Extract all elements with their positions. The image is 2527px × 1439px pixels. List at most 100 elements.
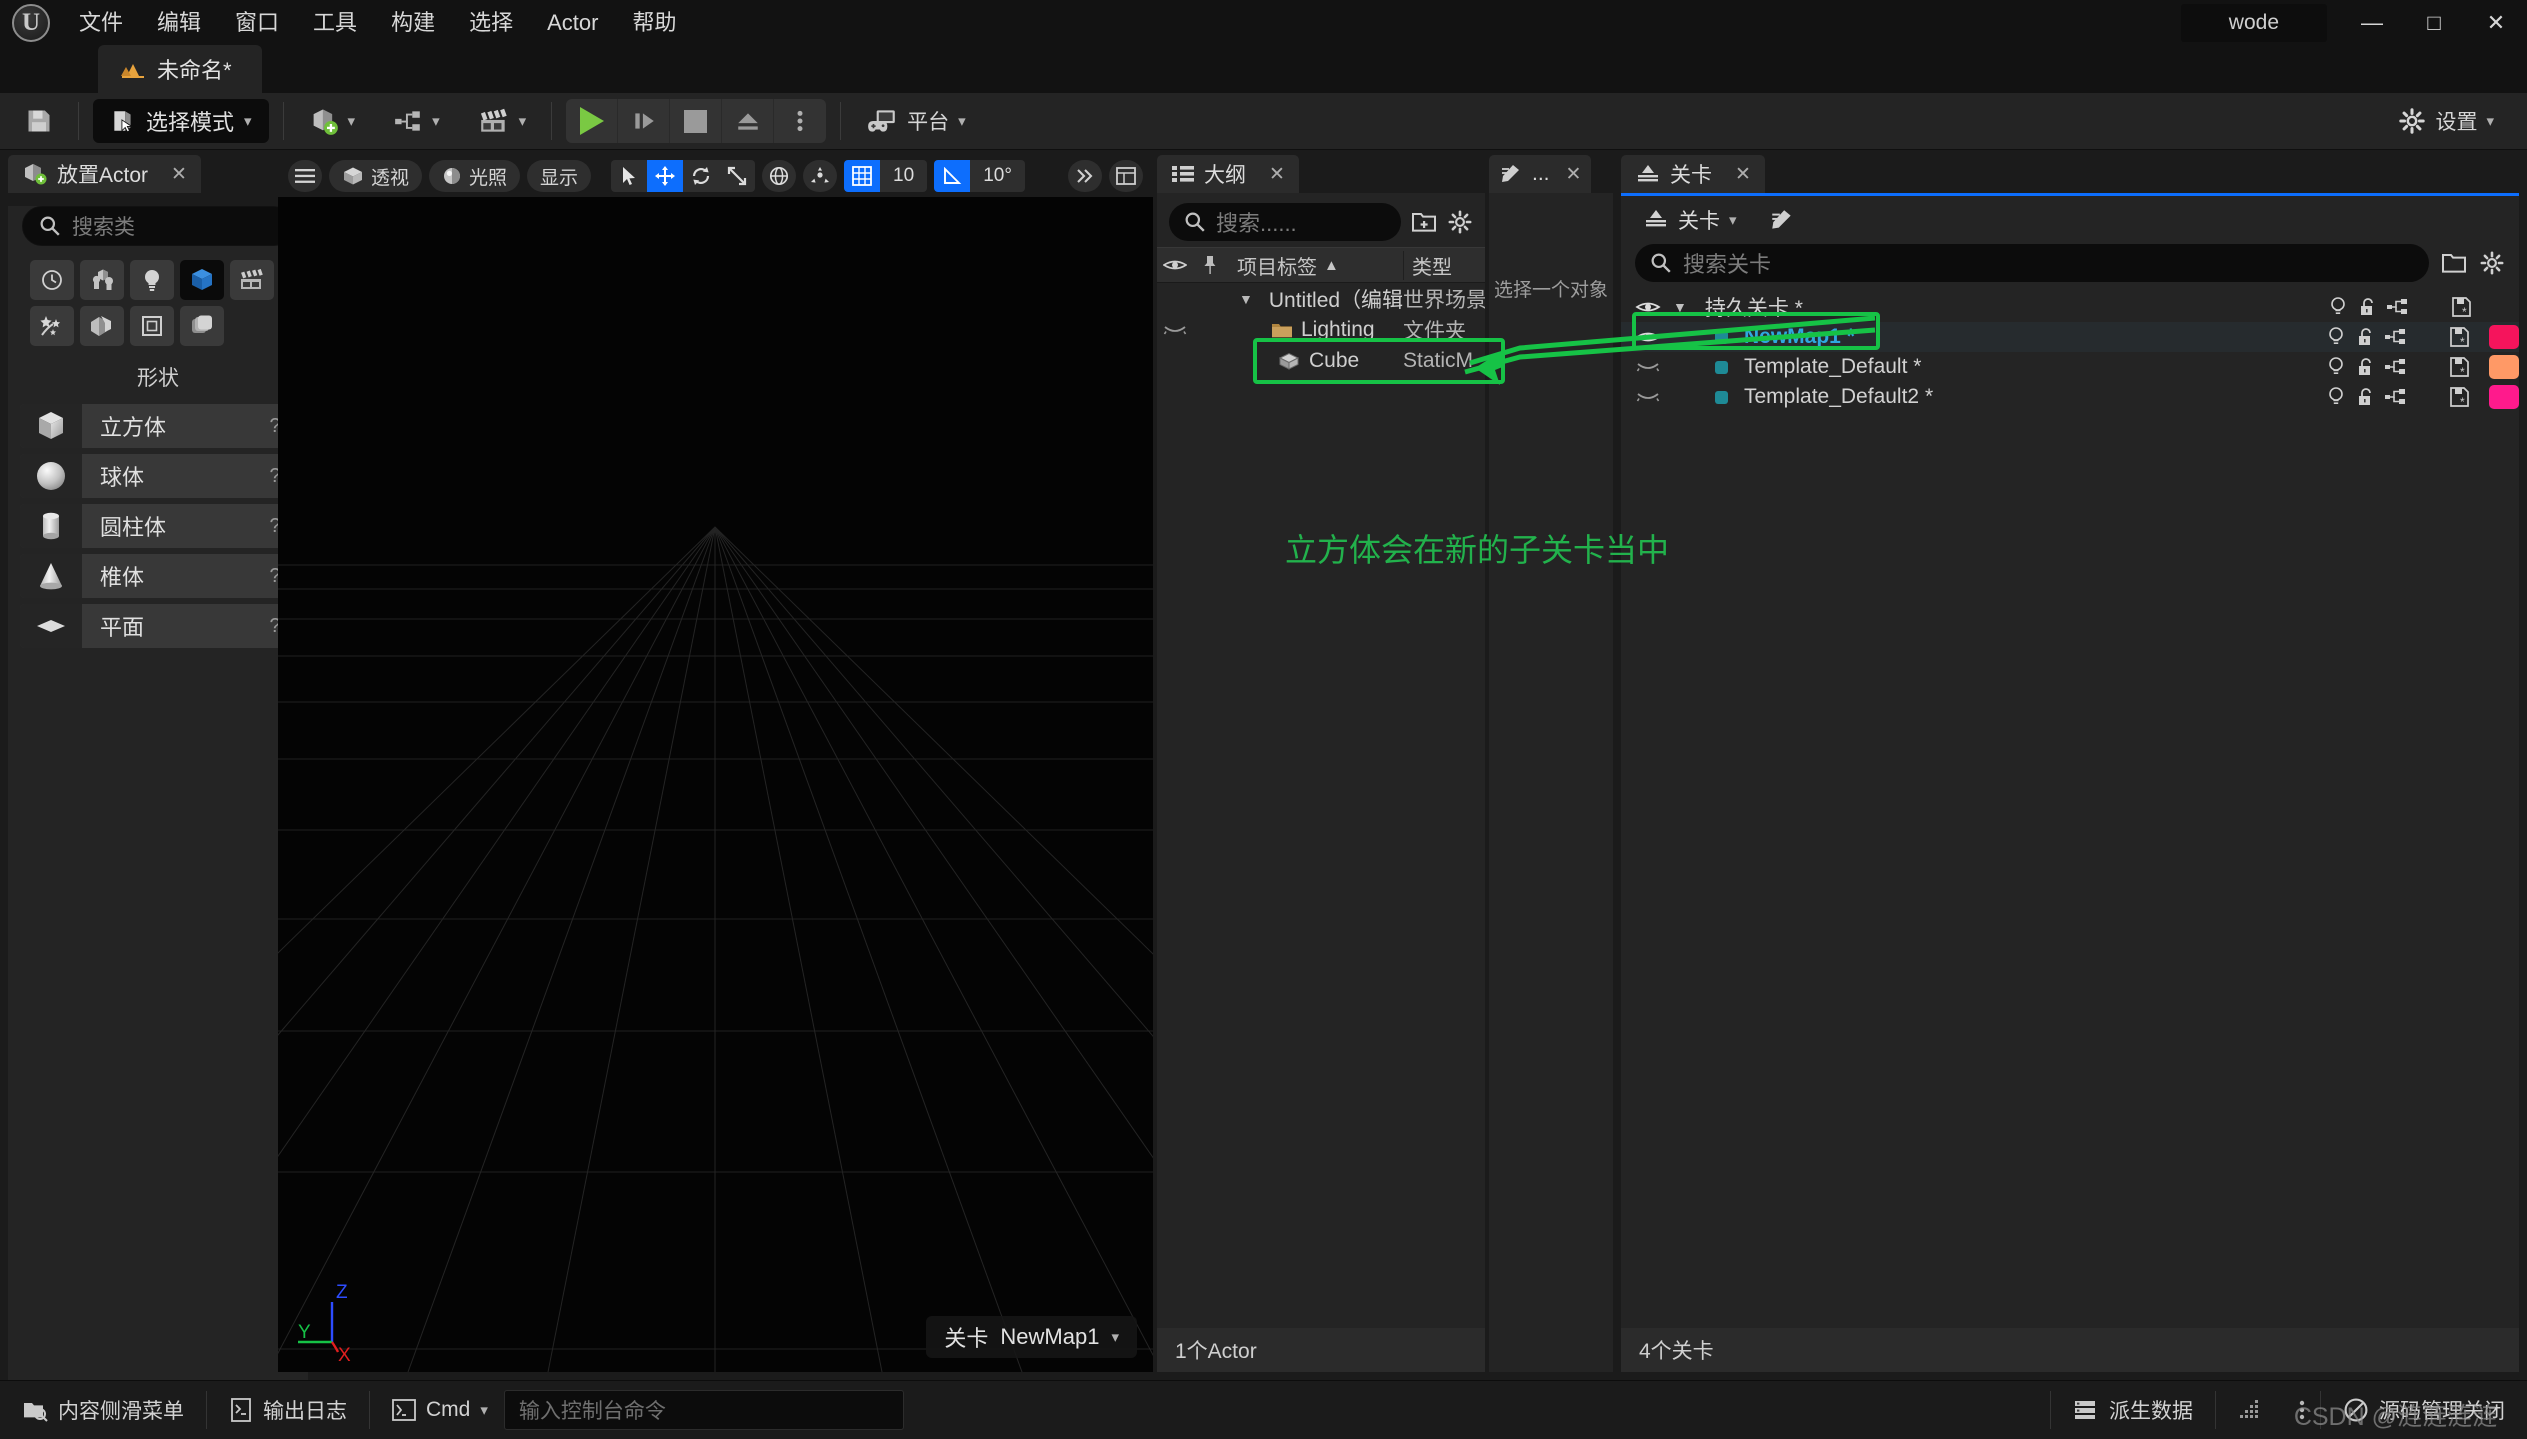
- level-save-icon[interactable]: *: [2445, 326, 2475, 348]
- surface-snap-button[interactable]: [803, 160, 837, 192]
- menu-help[interactable]: 帮助: [615, 0, 693, 45]
- list-item[interactable]: NewMap1 *: [1621, 322, 2519, 352]
- category-all-classes-icon[interactable]: [180, 306, 224, 346]
- select-mode-button[interactable]: 选择模式 ▾: [93, 99, 269, 143]
- play-button[interactable]: [566, 99, 618, 143]
- tab-place-actors[interactable]: 放置Actor ✕: [8, 155, 201, 193]
- outliner-search-input[interactable]: 搜索......: [1169, 203, 1401, 241]
- viewport-show-button[interactable]: 显示: [527, 160, 591, 192]
- category-recently-placed-icon[interactable]: [30, 260, 74, 300]
- level-save-icon[interactable]: *: [2445, 356, 2475, 378]
- level-visibility-toggle[interactable]: [1635, 299, 1661, 315]
- table-row[interactable]: Cube StaticM: [1157, 345, 1485, 376]
- close-icon[interactable]: ✕: [1269, 163, 1285, 186]
- place-actors-search-input[interactable]: 搜索类: [22, 206, 294, 246]
- cinematics-button[interactable]: ▾: [467, 100, 538, 142]
- performance-button[interactable]: [2216, 1381, 2284, 1439]
- close-icon[interactable]: ✕: [171, 163, 187, 186]
- level-streaming-icon[interactable]: [2381, 387, 2411, 407]
- minimize-button[interactable]: —: [2341, 0, 2403, 45]
- skip-button[interactable]: [618, 99, 670, 143]
- coordinate-system-button[interactable]: [762, 160, 796, 192]
- close-icon[interactable]: ✕: [1735, 163, 1751, 186]
- settings-button[interactable]: 设置 ▾: [2387, 100, 2505, 142]
- level-streaming-icon[interactable]: [2383, 297, 2413, 317]
- viewport-3d-scene[interactable]: Z Y X 关卡 NewMap1 ▾: [278, 197, 1153, 1372]
- angle-snap-control[interactable]: 10°: [934, 160, 1025, 192]
- close-icon[interactable]: ✕: [1566, 163, 1582, 186]
- menu-tools[interactable]: 工具: [296, 0, 374, 45]
- level-lightmass-icon[interactable]: [2323, 296, 2353, 318]
- shape-item-cylinder[interactable]: 圆柱体 ?: [20, 504, 296, 548]
- table-row[interactable]: ▼ Untitled（编辑器） 世界场景: [1157, 283, 1485, 314]
- quick-add-button[interactable]: ▾: [298, 100, 367, 142]
- angle-snap-icon[interactable]: [934, 160, 970, 192]
- outliner-settings-button[interactable]: [1447, 209, 1473, 235]
- derived-data-button[interactable]: 派生数据: [2051, 1381, 2215, 1439]
- level-lightmass-icon[interactable]: [2321, 386, 2351, 408]
- grid-snap-icon[interactable]: [844, 160, 880, 192]
- blueprints-button[interactable]: ▾: [382, 100, 451, 142]
- unreal-logo-icon[interactable]: U: [0, 0, 62, 45]
- rotate-tool-button[interactable]: [683, 160, 719, 192]
- level-streaming-icon[interactable]: [2381, 357, 2411, 377]
- grid-snap-value[interactable]: 10: [880, 160, 927, 192]
- outliner-type-column[interactable]: 类型: [1403, 251, 1485, 280]
- project-name-chip[interactable]: wode: [2181, 4, 2327, 42]
- tab-untitled-level[interactable]: 未命名*: [98, 45, 262, 93]
- level-color-swatch[interactable]: [2489, 385, 2519, 409]
- shape-item-plane[interactable]: 平面 ?: [20, 604, 296, 648]
- tab-outliner[interactable]: 大纲 ✕: [1157, 155, 1299, 193]
- angle-snap-value[interactable]: 10°: [970, 160, 1025, 192]
- outliner-new-folder-button[interactable]: [1411, 210, 1437, 234]
- maximize-button[interactable]: □: [2403, 0, 2465, 45]
- table-row[interactable]: Lighting 文件夹: [1157, 314, 1485, 345]
- cmd-button[interactable]: Cmd ▾: [370, 1381, 494, 1439]
- outliner-name-column[interactable]: 项目标签 ▲: [1227, 251, 1403, 280]
- expand-arrow-icon[interactable]: ▼: [1239, 291, 1253, 307]
- category-basic-icon[interactable]: [80, 260, 124, 300]
- list-item[interactable]: ▼ 持久关卡 *: [1621, 292, 2519, 322]
- stop-button[interactable]: [670, 99, 722, 143]
- level-lock-icon[interactable]: [2353, 296, 2383, 318]
- category-shapes-icon[interactable]: [180, 260, 224, 300]
- level-color-swatch[interactable]: [2489, 355, 2519, 379]
- levels-settings-button[interactable]: [2479, 250, 2505, 276]
- platforms-button[interactable]: 平台 ▾: [855, 100, 977, 142]
- select-tool-button[interactable]: [611, 160, 647, 192]
- viewport-current-level-chip[interactable]: 关卡 NewMap1 ▾: [926, 1316, 1137, 1358]
- viewport-options-button[interactable]: [288, 160, 322, 192]
- category-visual-effects-icon[interactable]: [30, 306, 74, 346]
- category-volumes-icon[interactable]: [130, 306, 174, 346]
- tab-levels[interactable]: 关卡 ✕: [1621, 155, 1765, 193]
- viewport-more-button[interactable]: [1068, 160, 1102, 192]
- menu-edit[interactable]: 编辑: [140, 0, 218, 45]
- level-lock-icon[interactable]: [2351, 326, 2381, 348]
- menu-actor[interactable]: Actor: [530, 0, 615, 45]
- grid-snap-control[interactable]: 10: [844, 160, 927, 192]
- level-lock-icon[interactable]: [2351, 386, 2381, 408]
- levels-filter-button[interactable]: [2441, 251, 2467, 275]
- level-lightmass-icon[interactable]: [2321, 356, 2351, 378]
- scale-tool-button[interactable]: [719, 160, 755, 192]
- level-visibility-toggle[interactable]: [1635, 360, 1661, 374]
- level-lock-icon[interactable]: [2351, 356, 2381, 378]
- levels-edit-button[interactable]: [1761, 204, 1803, 236]
- menu-build[interactable]: 构建: [374, 0, 452, 45]
- viewport-lighting-button[interactable]: 光照: [429, 160, 520, 192]
- viewport-perspective-button[interactable]: 透视: [329, 160, 422, 192]
- level-color-swatch[interactable]: [2489, 325, 2519, 349]
- menu-window[interactable]: 窗口: [218, 0, 296, 45]
- row-visibility-toggle[interactable]: [1157, 323, 1193, 337]
- category-geometry-icon[interactable]: [80, 306, 124, 346]
- visibility-column-icon[interactable]: [1157, 257, 1193, 273]
- source-control-button[interactable]: 源码管理关闭: [2321, 1381, 2527, 1439]
- output-log-button[interactable]: 输出日志: [207, 1381, 369, 1439]
- shape-item-sphere[interactable]: 球体 ?: [20, 454, 296, 498]
- expand-arrow-icon[interactable]: ▼: [1673, 299, 1687, 315]
- level-viewport[interactable]: 透视 光照 显示: [278, 155, 1153, 1372]
- save-button[interactable]: [14, 100, 64, 142]
- menu-file[interactable]: 文件: [62, 0, 140, 45]
- close-button[interactable]: ✕: [2465, 0, 2527, 45]
- eject-button[interactable]: [722, 99, 774, 143]
